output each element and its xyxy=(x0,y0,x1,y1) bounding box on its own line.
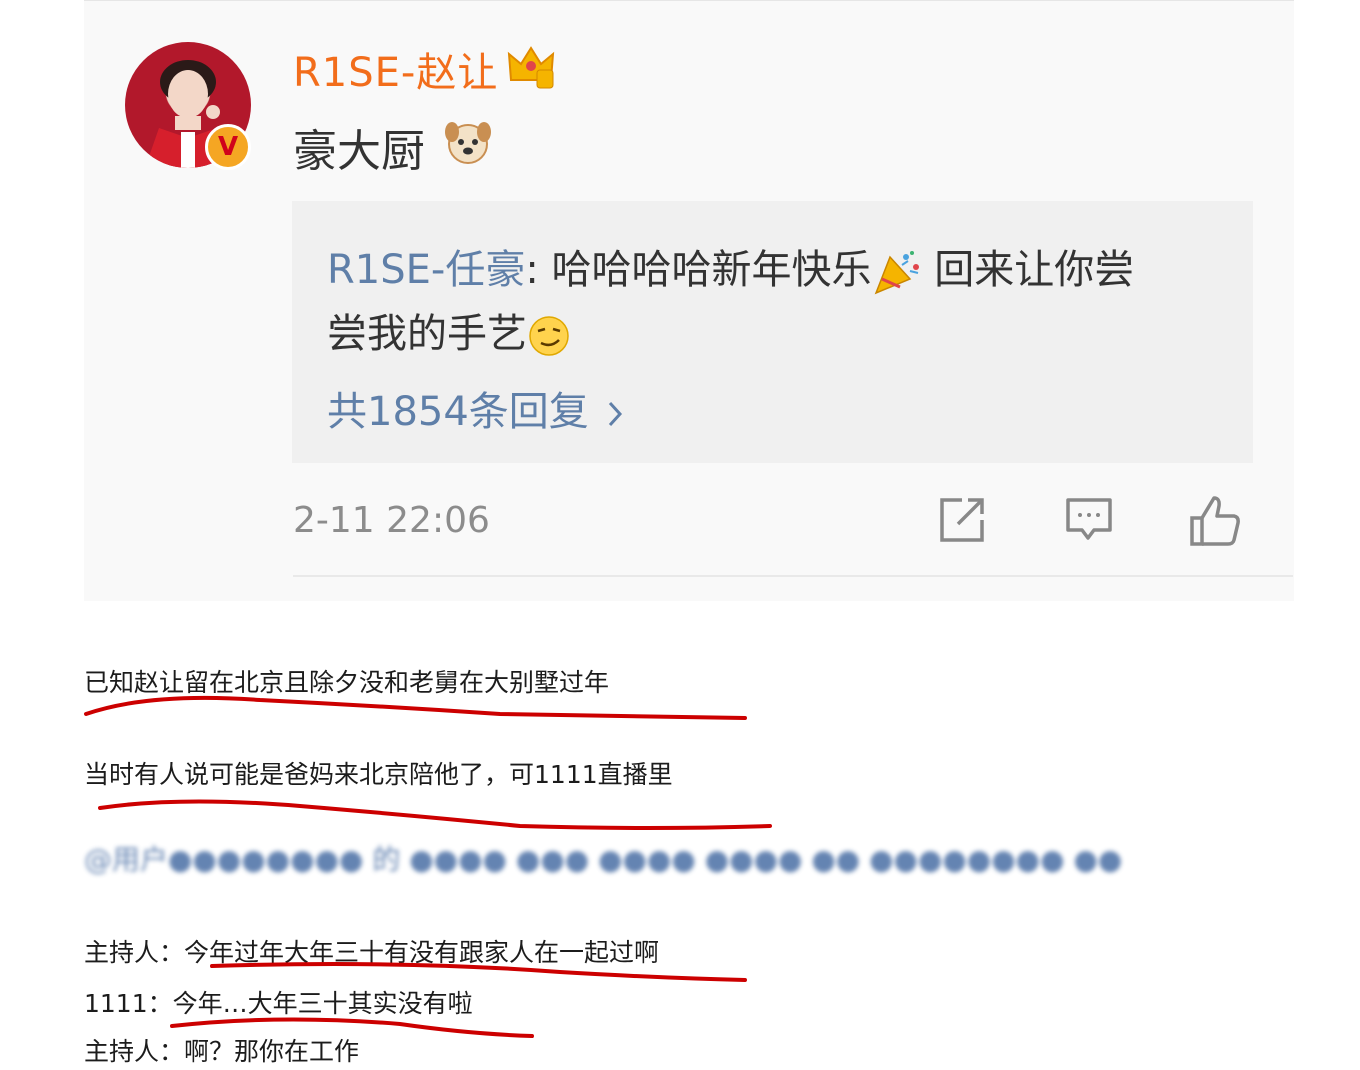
note-line-4: 1111：今年…大年三十其实没有啦 xyxy=(84,989,473,1018)
note-line-1: 已知赵让留在北京且除夕没和老舅在大别墅过年 xyxy=(84,668,610,697)
quoted-comment-line1: R1SE-任豪: 哈哈哈哈新年快乐 回来让你尝 xyxy=(327,237,1134,295)
divider xyxy=(293,575,1293,577)
blurred-screenshot-strip: @用户●●●●●●●● 的 ●●●● ●●● ●●●● ●●●● ●● ●●●●… xyxy=(84,843,1123,876)
timestamp: 2-11 22:06 xyxy=(293,500,490,541)
share-icon[interactable] xyxy=(936,494,988,546)
party-popper-icon xyxy=(874,251,919,295)
replies-link[interactable]: 共1854条回复 xyxy=(327,379,623,437)
smirk-emoji-icon xyxy=(529,316,569,356)
verified-badge-icon: V xyxy=(205,124,251,170)
comment-icon[interactable] xyxy=(1064,494,1114,546)
quoted-comment-separator: : xyxy=(525,247,539,293)
note-line-3: 主持人：今年过年大年三十有没有跟家人在一起过啊 xyxy=(84,938,660,967)
quoted-comment-line2: 尝我的手艺 xyxy=(327,301,571,359)
quoted-comment-text-tail: 回来让你尝 xyxy=(921,247,1135,293)
username[interactable]: R1SE-赵让 xyxy=(293,40,498,98)
note-line-2: 当时有人说可能是爸妈来北京陪他了，可1111直播里 xyxy=(84,760,673,789)
post-text: 豪大厨 xyxy=(293,126,425,177)
quoted-comment-text-line2: 尝我的手艺 xyxy=(327,311,527,357)
crown-icon xyxy=(507,46,555,89)
red-underline-1 xyxy=(84,695,747,720)
dog-emoji-icon xyxy=(445,122,491,164)
quoted-comment-author[interactable]: R1SE-任豪 xyxy=(327,247,525,293)
chevron-right-icon xyxy=(608,401,622,427)
red-underline-2 xyxy=(98,799,772,830)
quoted-comment-box[interactable]: R1SE-任豪: 哈哈哈哈新年快乐 回来让你尝 尝我的手艺 共1854条回复 xyxy=(292,201,1253,463)
replies-count-label: 共1854条回复 xyxy=(327,389,589,435)
quoted-comment-text: 哈哈哈哈新年快乐 xyxy=(538,247,872,293)
like-icon[interactable] xyxy=(1188,494,1242,548)
note-line-5: 主持人：啊？那你在工作 xyxy=(84,1037,360,1066)
